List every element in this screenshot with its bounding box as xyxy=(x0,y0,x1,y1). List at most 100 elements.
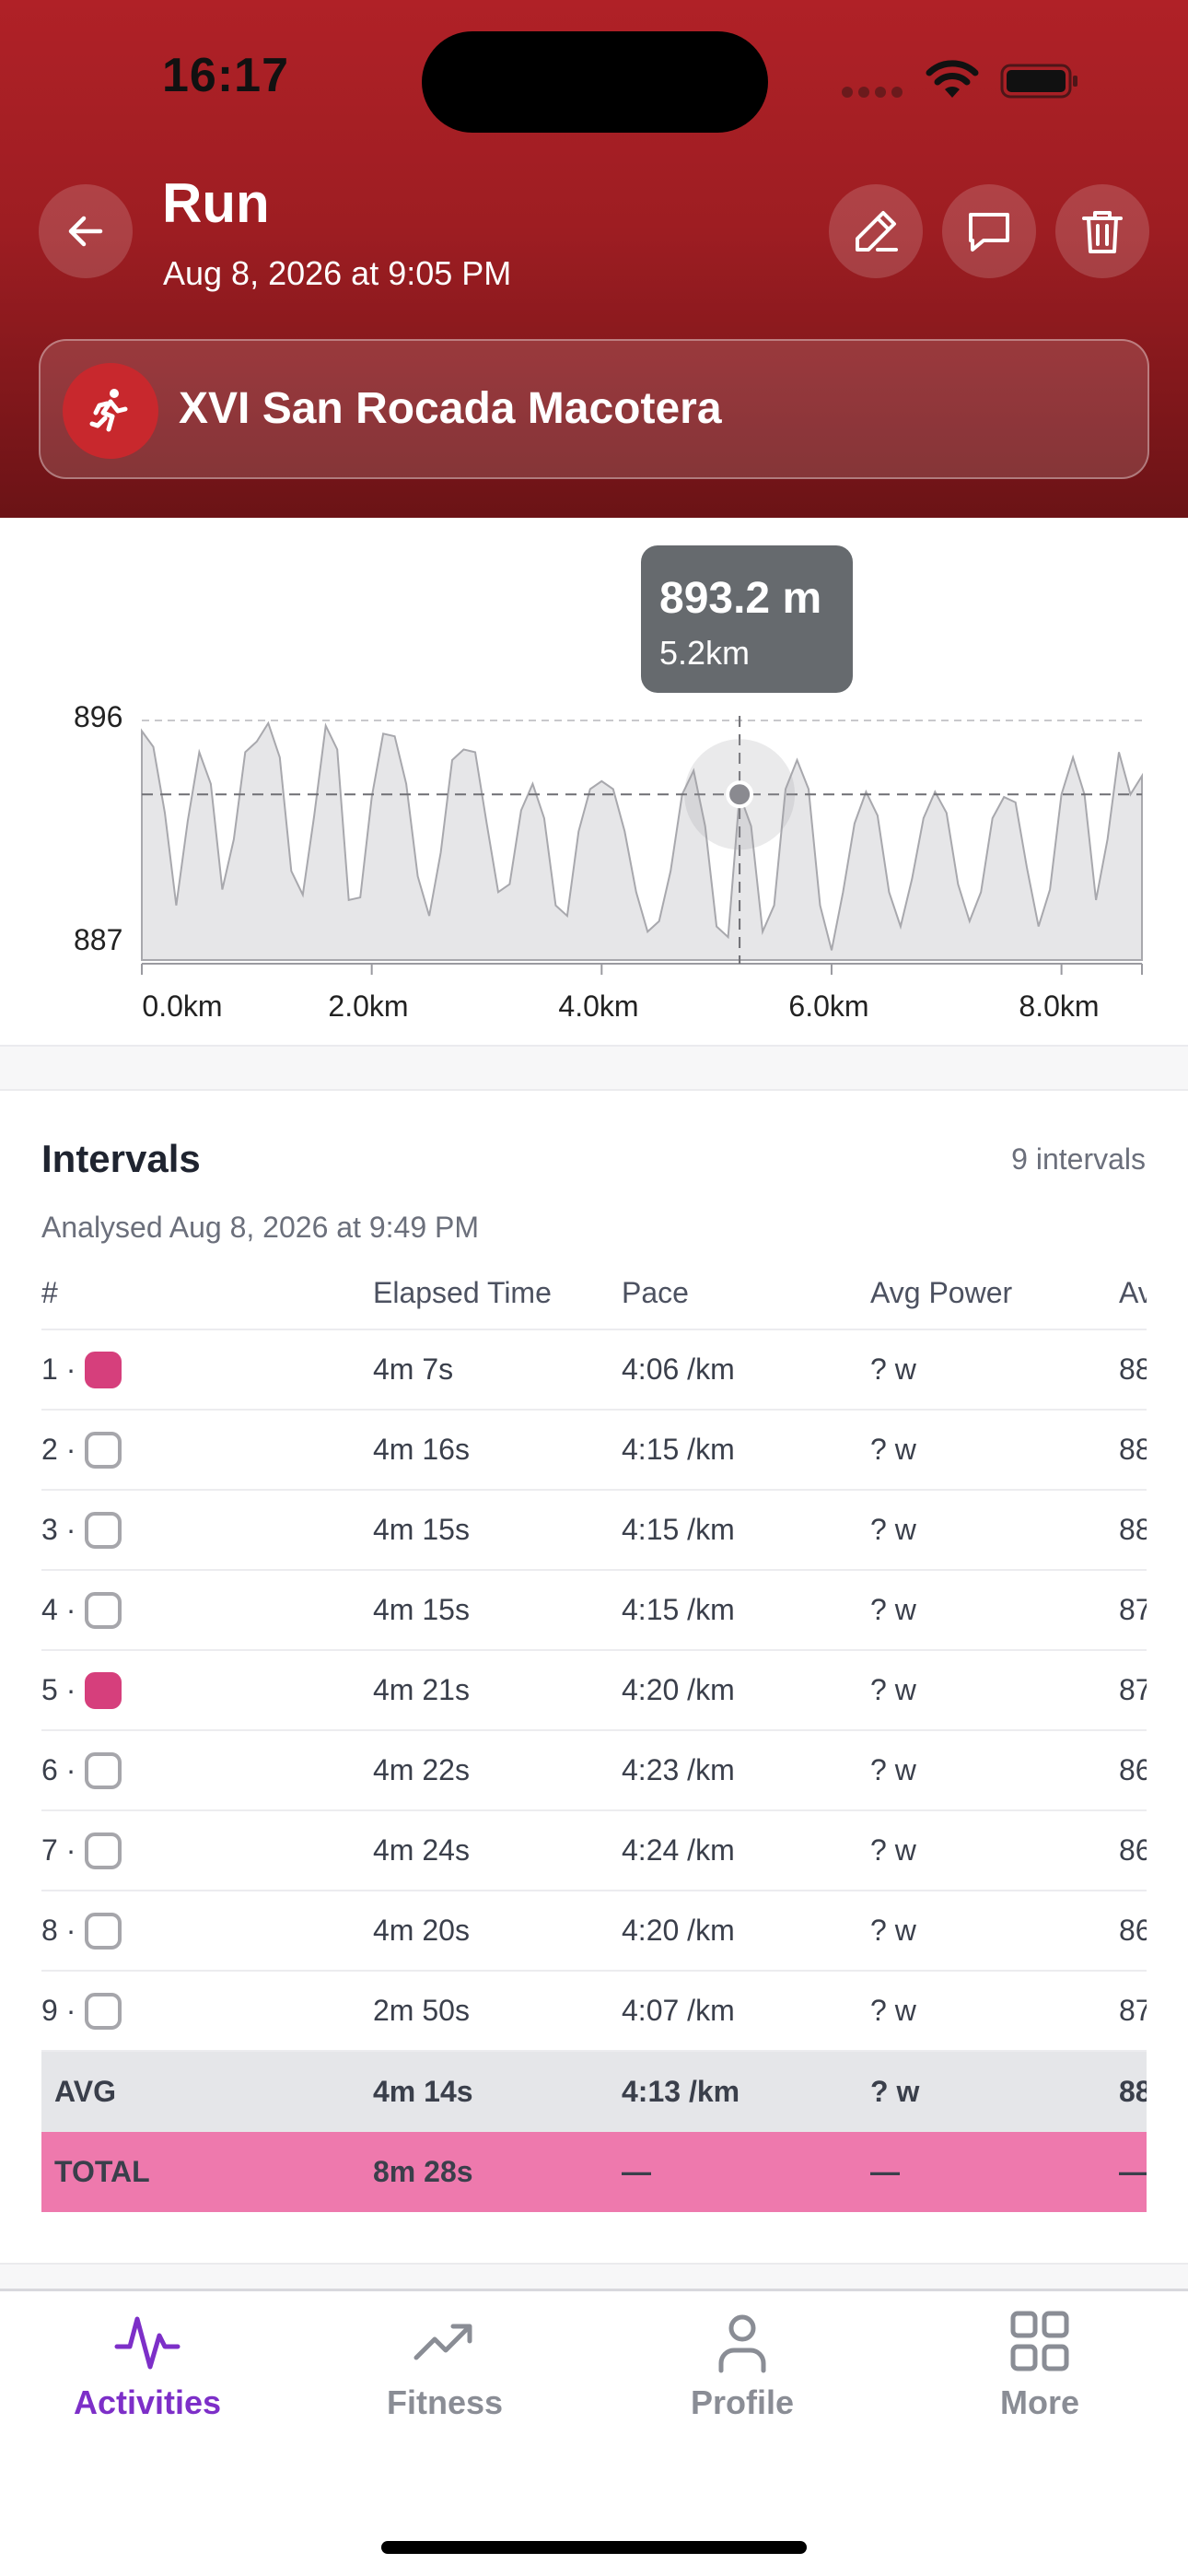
interval-hr: 86 xyxy=(1119,1753,1147,1786)
table-row[interactable]: 4 · 4m 15s 4:15 /km ? w 87 xyxy=(41,1571,1147,1651)
tab-profile[interactable]: Profile xyxy=(641,2310,844,2439)
interval-checkbox[interactable] xyxy=(85,1671,122,1709)
interval-power: ? w xyxy=(870,1673,916,1706)
table-row[interactable]: 9 · 2m 50s 4:07 /km ? w 87 xyxy=(41,1972,1147,2052)
interval-number: 3 · xyxy=(41,1513,76,1546)
pencil-icon xyxy=(856,211,898,252)
table-header: # Elapsed Time Pace Avg Power Av xyxy=(41,1257,1147,1330)
interval-number: 5 · xyxy=(41,1673,76,1706)
interval-pace: 4:20 /km xyxy=(622,1673,735,1706)
interval-power: ? w xyxy=(870,1593,916,1626)
interval-hr: 87 xyxy=(1119,1673,1147,1706)
interval-checkbox[interactable] xyxy=(85,1431,122,1469)
interval-number: 7 · xyxy=(41,1833,76,1867)
table-row[interactable]: 6 · 4m 22s 4:23 /km ? w 86 xyxy=(41,1731,1147,1811)
tooltip-distance: 5.2km xyxy=(659,634,751,672)
x-tick-label: 8.0km xyxy=(1019,989,1100,1023)
cellular-signal-icon xyxy=(842,87,903,98)
activity-card[interactable]: XVI San Rocada Macotera xyxy=(39,339,1149,479)
interval-checkbox[interactable] xyxy=(85,1751,122,1789)
elevation-chart[interactable]: 893.2 m 5.2km 896 887 0.0km 2.0km 4.0km … xyxy=(0,518,1188,1047)
delete-button[interactable] xyxy=(1055,184,1149,278)
interval-power: ? w xyxy=(870,1914,916,1947)
interval-power: ? w xyxy=(870,1753,916,1786)
table-row[interactable]: 8 · 4m 20s 4:20 /km ? w 86 xyxy=(41,1891,1147,1972)
interval-pace: 4:23 /km xyxy=(622,1753,735,1786)
table-row[interactable]: 5 · 4m 21s 4:20 /km ? w 87 xyxy=(41,1651,1147,1731)
interval-pace: 4:06 /km xyxy=(622,1352,735,1386)
interval-hr: 88 xyxy=(1119,1352,1147,1386)
header: 16:17 Run Aug 8, 2026 at 9:05 PM XVI San… xyxy=(0,0,1188,518)
interval-pace: 4:15 /km xyxy=(622,1433,735,1466)
intervals-section: Intervals 9 intervals Analysed Aug 8, 20… xyxy=(0,1089,1188,2265)
interval-elapsed: 4m 7s xyxy=(373,1352,454,1386)
interval-pace: 4:20 /km xyxy=(622,1914,735,1947)
table-row[interactable]: 2 · 4m 16s 4:15 /km ? w 88 xyxy=(41,1411,1147,1491)
interval-elapsed: 4m 22s xyxy=(373,1753,470,1786)
interval-checkbox[interactable] xyxy=(85,1912,122,1950)
interval-checkbox[interactable] xyxy=(85,1511,122,1549)
interval-elapsed: 4m 21s xyxy=(373,1673,470,1706)
interval-checkbox[interactable] xyxy=(85,1591,122,1629)
activity-date: Aug 8, 2026 at 9:05 PM xyxy=(163,254,512,292)
average-pace: 4:13 /km xyxy=(622,2075,740,2108)
x-tick-label: 2.0km xyxy=(328,989,409,1023)
table-row[interactable]: 3 · 4m 15s 4:15 /km ? w 88 xyxy=(41,1491,1147,1571)
grid-icon xyxy=(1010,2311,1069,2371)
interval-pace: 4:24 /km xyxy=(622,1833,735,1867)
tab-activities[interactable]: Activities xyxy=(46,2310,249,2439)
table-row[interactable]: 7 · 4m 24s 4:24 /km ? w 86 xyxy=(41,1811,1147,1891)
intervals-table[interactable]: # Elapsed Time Pace Avg Power Av 1 · 4m … xyxy=(41,1257,1147,2233)
average-row: AVG 4m 14s 4:13 /km ? w 88 xyxy=(41,2052,1147,2132)
total-elapsed: 8m 28s xyxy=(373,2155,473,2188)
interval-number: 9 · xyxy=(41,1994,76,2027)
average-label: AVG xyxy=(54,2075,116,2108)
interval-power: ? w xyxy=(870,1833,916,1867)
interval-checkbox[interactable] xyxy=(85,1351,122,1388)
interval-hr: 86 xyxy=(1119,1833,1147,1867)
interval-number: 6 · xyxy=(41,1753,76,1786)
interval-number: 1 · xyxy=(41,1352,76,1386)
elevation-chart-svg[interactable] xyxy=(0,518,1188,1047)
tab-label: Fitness xyxy=(386,2383,504,2421)
interval-elapsed: 4m 15s xyxy=(373,1593,470,1626)
back-button[interactable] xyxy=(39,184,133,278)
y-tick-label: 887 xyxy=(74,923,123,956)
person-icon xyxy=(718,2314,766,2373)
home-indicator xyxy=(381,2541,807,2554)
total-label: TOTAL xyxy=(54,2155,150,2188)
comment-button[interactable] xyxy=(942,184,1036,278)
tooltip-elevation: 893.2 m xyxy=(659,574,822,623)
column-header: Pace xyxy=(622,1275,689,1309)
status-time: 16:17 xyxy=(162,49,289,102)
interval-checkbox[interactable] xyxy=(85,1992,122,2030)
intervals-title: Intervals xyxy=(41,1137,201,1180)
average-power: ? w xyxy=(870,2075,920,2108)
interval-pace: 4:07 /km xyxy=(622,1994,735,2027)
table-row[interactable]: 1 · 4m 7s 4:06 /km ? w 88 xyxy=(41,1330,1147,1411)
column-header: Avg Power xyxy=(870,1275,1013,1309)
tab-fitness[interactable]: Fitness xyxy=(344,2310,546,2439)
interval-elapsed: 4m 15s xyxy=(373,1513,470,1546)
interval-power: ? w xyxy=(870,1513,916,1546)
interval-power: ? w xyxy=(870,1433,916,1466)
x-tick-label: 4.0km xyxy=(558,989,639,1023)
total-hr: — xyxy=(1119,2155,1147,2188)
trend-up-icon xyxy=(413,2324,472,2360)
interval-number: 8 · xyxy=(41,1914,76,1947)
activity-pulse-icon xyxy=(114,2316,181,2370)
tab-more[interactable]: More xyxy=(938,2310,1141,2439)
interval-hr: 87 xyxy=(1119,1593,1147,1626)
total-pace: — xyxy=(622,2155,651,2188)
tab-bar: Activities Fitness Profile More xyxy=(0,2289,1188,2576)
trash-icon xyxy=(1082,211,1123,253)
interval-hr: 88 xyxy=(1119,1433,1147,1466)
dynamic-island xyxy=(422,31,768,133)
selected-point xyxy=(726,780,754,809)
x-tick-label: 6.0km xyxy=(788,989,869,1023)
average-elapsed: 4m 14s xyxy=(373,2075,473,2108)
y-tick-label: 896 xyxy=(74,700,123,733)
interval-checkbox[interactable] xyxy=(85,1832,122,1869)
edit-button[interactable] xyxy=(829,184,923,278)
interval-elapsed: 4m 24s xyxy=(373,1833,470,1867)
